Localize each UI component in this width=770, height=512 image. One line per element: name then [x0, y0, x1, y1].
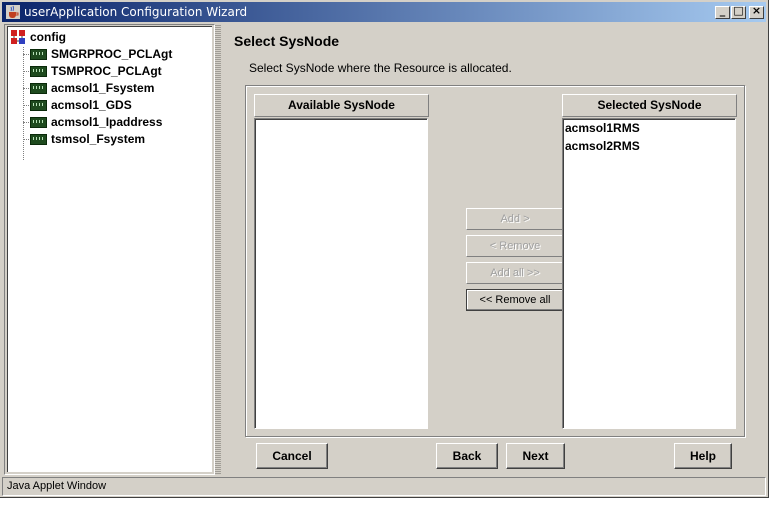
tree-node-label: acmsol1_Fsystem — [51, 81, 155, 95]
remove-button[interactable]: < Remove — [466, 235, 564, 257]
resource-chip-icon — [30, 133, 47, 145]
resource-tree[interactable]: config SMGRPROC_PCLAgt TSMPROC_PCLAgt ac… — [7, 26, 212, 472]
tree-node-label: acmsol1_Ipaddress — [51, 115, 163, 129]
tree-panel: config SMGRPROC_PCLAgt TSMPROC_PCLAgt ac… — [4, 24, 215, 475]
page-description: Select SysNode where the Resource is all… — [249, 61, 512, 75]
java-cup-icon — [6, 5, 20, 19]
available-sysnode-header: Available SysNode — [254, 94, 429, 117]
minimize-button[interactable]: _ — [715, 4, 730, 19]
tree-node-tsmproc[interactable]: TSMPROC_PCLAgt — [30, 63, 162, 79]
selected-sysnode-list[interactable]: acmsol1RMS acmsol2RMS — [562, 118, 736, 429]
tree-node-config[interactable]: config — [10, 29, 66, 45]
maximize-icon: □ — [733, 4, 744, 17]
selected-sysnode-header: Selected SysNode — [562, 94, 737, 117]
tree-node-tsmsol-fsystem[interactable]: tsmsol_Fsystem — [30, 131, 145, 147]
resource-chip-icon — [30, 116, 47, 128]
tree-node-label: config — [30, 30, 66, 44]
cancel-button[interactable]: Cancel — [256, 443, 328, 469]
window-title: userApplication Configuration Wizard — [24, 5, 248, 19]
resource-chip-icon — [30, 99, 47, 111]
tree-node-label: acmsol1_GDS — [51, 98, 132, 112]
next-button[interactable]: Next — [506, 443, 565, 469]
status-bar: Java Applet Window — [2, 477, 766, 496]
resource-chip-icon — [30, 48, 47, 60]
tree-node-acmsol1-fsystem[interactable]: acmsol1_Fsystem — [30, 80, 154, 96]
tree-node-label: tsmsol_Fsystem — [51, 132, 146, 146]
list-item[interactable]: acmsol1RMS — [563, 119, 735, 137]
wizard-content: Select SysNode Select SysNode where the … — [224, 24, 766, 473]
resource-chip-icon — [30, 65, 47, 77]
tree-node-smgrproc[interactable]: SMGRPROC_PCLAgt — [30, 46, 172, 62]
close-button[interactable]: × — [749, 4, 764, 19]
remove-all-button[interactable]: << Remove all — [466, 289, 564, 311]
config-icon — [10, 29, 26, 45]
available-sysnode-list[interactable] — [254, 118, 428, 429]
help-button[interactable]: Help — [674, 443, 732, 469]
close-icon: × — [751, 4, 762, 17]
tree-connector — [23, 47, 24, 160]
back-button[interactable]: Back — [436, 443, 498, 469]
title-bar[interactable]: userApplication Configuration Wizard _ □… — [2, 2, 766, 22]
maximize-button[interactable]: □ — [731, 4, 746, 19]
add-button[interactable]: Add > — [466, 208, 564, 230]
page-title: Select SysNode — [234, 33, 340, 49]
tree-node-label: TSMPROC_PCLAgt — [51, 64, 162, 78]
tree-node-label: SMGRPROC_PCLAgt — [51, 47, 173, 61]
sysnode-selection-group: Available SysNode Add > < Remove Add all… — [245, 85, 745, 437]
minimize-icon: _ — [719, 4, 726, 17]
resource-chip-icon — [30, 82, 47, 94]
tree-node-acmsol1-gds[interactable]: acmsol1_GDS — [30, 97, 132, 113]
add-all-button[interactable]: Add all >> — [466, 262, 564, 284]
split-pane-divider[interactable] — [215, 24, 221, 474]
list-item[interactable]: acmsol2RMS — [563, 137, 735, 155]
tree-node-acmsol1-ipaddress[interactable]: acmsol1_Ipaddress — [30, 114, 162, 130]
wizard-window: userApplication Configuration Wizard _ □… — [0, 0, 769, 498]
